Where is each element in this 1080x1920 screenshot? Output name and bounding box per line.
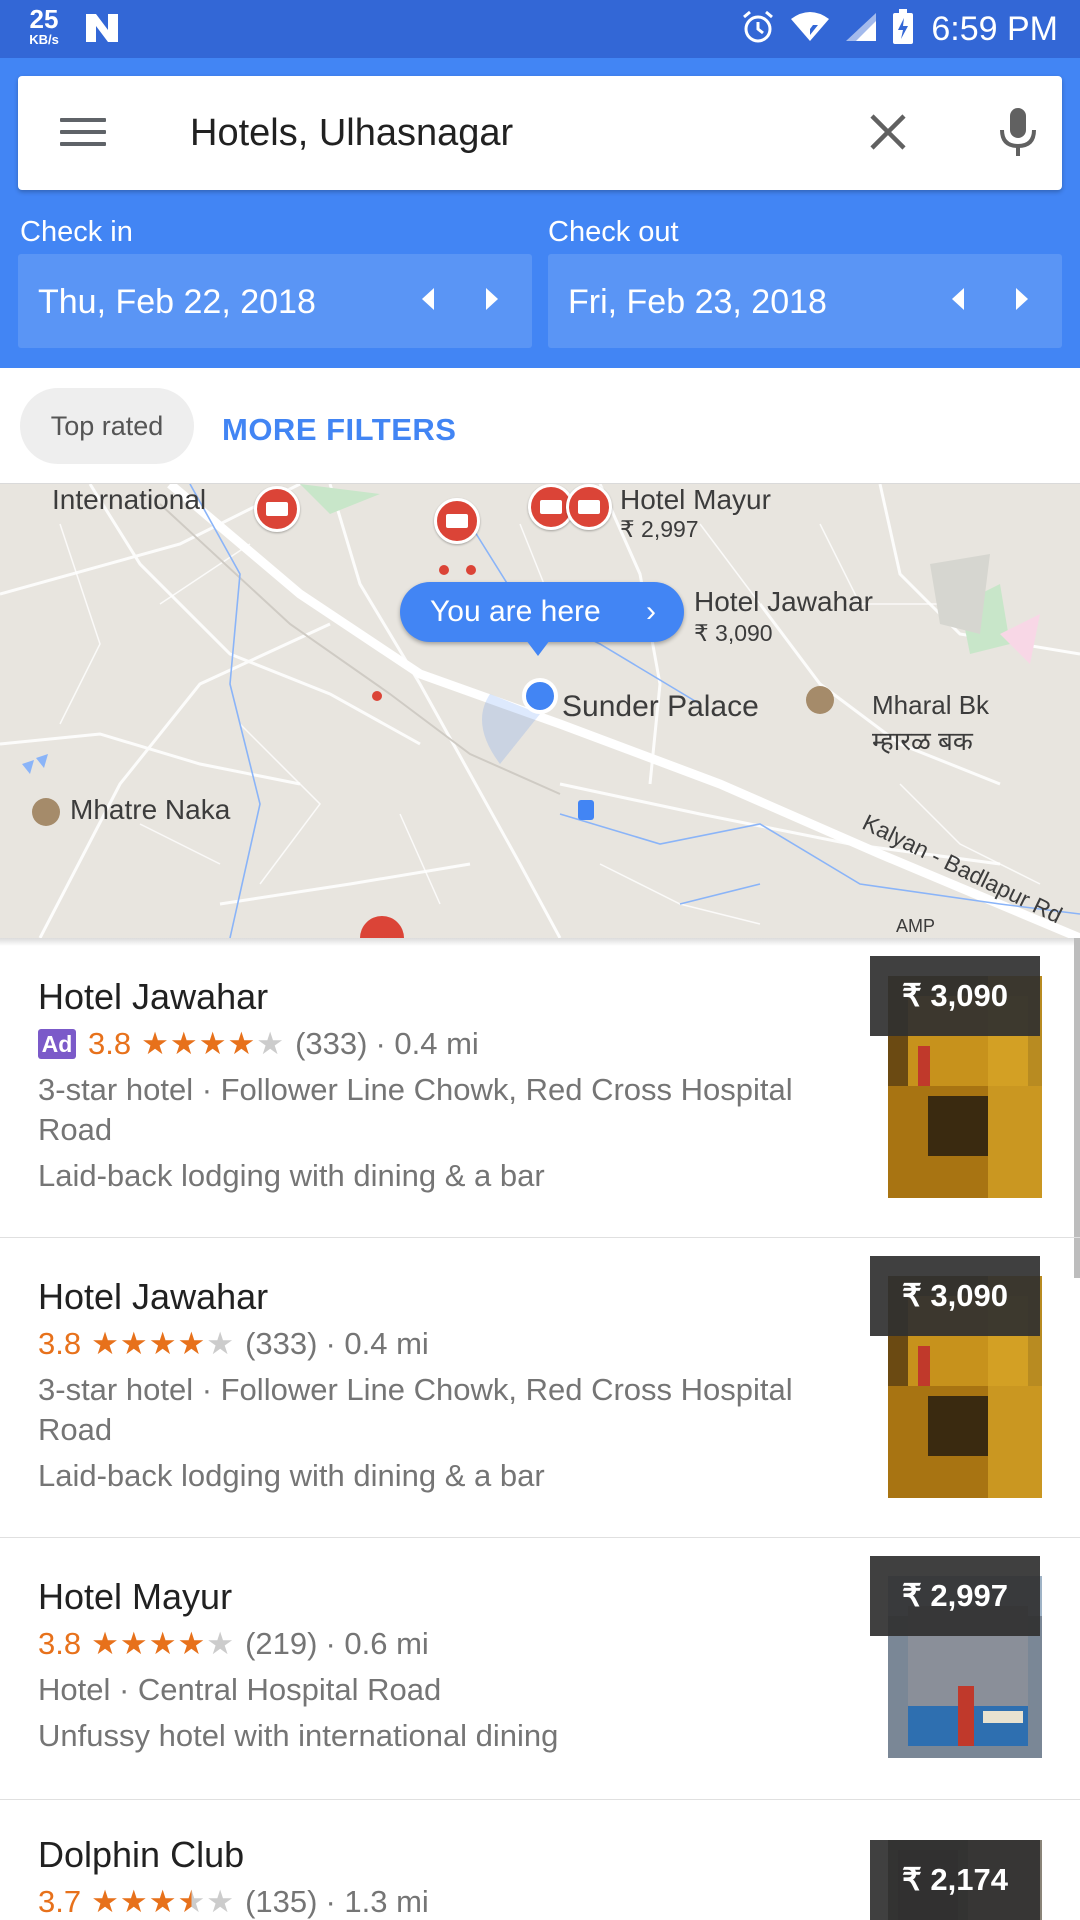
check-in-date: Thu, Feb 22, 2018	[38, 283, 316, 321]
close-icon[interactable]	[866, 110, 910, 154]
check-in-picker[interactable]: Thu, Feb 22, 2018	[18, 254, 532, 348]
hotel-type-address: 3-star hotel · Follower Line Chowk, Red …	[38, 1372, 793, 1447]
you-are-here-bubble[interactable]: You are here ›	[400, 582, 684, 656]
map-label-mhatre-naka: Mhatre Naka	[70, 794, 231, 825]
hotel-description: Laid-back lodging with dining & a bar	[38, 1158, 545, 1193]
hotel-name: Hotel Jawahar	[38, 976, 269, 1017]
map-label-sunder-palace: Sunder Palace	[562, 690, 759, 723]
rating-value: 3.7	[38, 1884, 82, 1919]
hotel-type-address: 3-star hotel · Follower Line Chowk, Red …	[38, 1072, 793, 1147]
distance: · 1.3 mi	[325, 1884, 429, 1919]
ad-badge: Ad	[38, 1029, 76, 1059]
you-are-here-label: You are here	[430, 595, 601, 628]
star-rating-icon: ★★★★★	[91, 1326, 236, 1361]
check-out-date: Fri, Feb 23, 2018	[568, 283, 827, 321]
rating-line: 3.7 ★★★★★ (135) · 1.3 mi	[38, 1882, 429, 1920]
review-count: (333)	[295, 1026, 368, 1061]
price-tag: ₹ 2,997	[870, 1556, 1040, 1636]
results-list[interactable]: Hotel Jawahar Ad 3.8 ★★★★★ (333) · 0.4 m…	[0, 938, 1080, 1920]
hotel-type-address: Hotel · Central Hospital Road	[38, 1672, 442, 1707]
battery-icon	[892, 8, 914, 50]
hotel-marker[interactable]	[254, 486, 300, 532]
check-in-previous-icon[interactable]	[422, 288, 434, 310]
list-item[interactable]: Hotel Mayur 3.8 ★★★★★ (219) · 0.6 mi Hot…	[0, 1538, 1080, 1800]
hotel-name: Hotel Jawahar	[38, 1276, 269, 1317]
review-count: (219)	[245, 1626, 318, 1661]
rating-value: 3.8	[38, 1326, 82, 1361]
header: Hotels, Ulhasnagar Check in Thu, Feb 22,…	[0, 58, 1080, 368]
hotel-description: Laid-back lodging with dining & a bar	[38, 1458, 545, 1493]
network-speed: 25 KB/s	[22, 6, 66, 46]
hotel-description: Unfussy hotel with international dining	[38, 1718, 559, 1753]
check-out-picker[interactable]: Fri, Feb 23, 2018	[548, 254, 1062, 348]
check-in-label: Check in	[20, 216, 133, 248]
network-speed-value: 25	[29, 4, 59, 34]
filter-bar: Top rated MORE FILTERS	[0, 368, 1080, 484]
rating-line: 3.8 ★★★★★ (219) · 0.6 mi	[38, 1624, 429, 1664]
check-out-previous-icon[interactable]	[952, 288, 964, 310]
status-bar: 25 KB/s 6:59 PM	[0, 0, 1080, 58]
signal-icon	[844, 11, 878, 48]
map-label-mharal-bk: Mharal Bk	[872, 690, 990, 720]
more-filters-button[interactable]: MORE FILTERS	[222, 412, 456, 448]
price-tag: ₹ 2,174	[870, 1840, 1040, 1920]
distance: · 0.4 mi	[375, 1026, 479, 1061]
map-price-hotel-jawahar: ₹ 3,090	[694, 620, 773, 646]
search-input[interactable]: Hotels, Ulhasnagar	[190, 112, 513, 154]
distance: · 0.4 mi	[325, 1326, 429, 1361]
star-rating-icon: ★★★★★	[141, 1026, 286, 1061]
map-label-mharal-bk-marathi: म्हारळ बक	[872, 726, 973, 756]
list-item[interactable]: Hotel Jawahar Ad 3.8 ★★★★★ (333) · 0.4 m…	[0, 938, 1080, 1238]
check-out-label: Check out	[548, 216, 679, 248]
network-speed-unit: KB/s	[29, 32, 59, 47]
check-out-next-icon[interactable]	[1016, 288, 1028, 310]
clock: 6:59 PM	[931, 10, 1058, 48]
map[interactable]: International Hotel Mayur ₹ 2,997 Hotel …	[0, 484, 1080, 938]
map-label-international: International	[52, 484, 207, 515]
star-rating-icon: ★★★★★	[91, 1884, 236, 1919]
microphone-icon[interactable]	[996, 106, 1040, 160]
map-label-hotel-jawahar: Hotel Jawahar	[694, 586, 873, 617]
list-item[interactable]: Dolphin Club 3.7 ★★★★★ (135) · 1.3 mi ₹ …	[0, 1800, 1080, 1920]
n-notification-icon	[84, 12, 120, 49]
rating-line: 3.8 ★★★★★ (333) · 0.4 mi	[38, 1324, 429, 1364]
status-icons	[740, 8, 914, 50]
top-rated-chip[interactable]: Top rated	[20, 388, 194, 464]
rating-value: 3.8	[88, 1026, 132, 1061]
hotel-name: Dolphin Club	[38, 1834, 245, 1875]
menu-icon[interactable]	[60, 114, 108, 150]
hotel-search-screen: 25 KB/s 6:59 PM Hotels, Ulhasnagar Check…	[0, 0, 1080, 1920]
map-label-hotel-mayur: Hotel Mayur	[620, 484, 771, 515]
map-label-amp: AMP	[896, 916, 936, 936]
review-count: (333)	[245, 1326, 318, 1361]
map-price-hotel-mayur: ₹ 2,997	[620, 516, 699, 542]
chevron-right-icon: ›	[646, 595, 656, 628]
hotel-marker[interactable]	[566, 484, 612, 530]
review-count: (135)	[245, 1884, 318, 1919]
rating-value: 3.8	[38, 1626, 82, 1661]
rating-line: Ad 3.8 ★★★★★ (333) · 0.4 mi	[38, 1024, 479, 1064]
distance: · 0.6 mi	[325, 1626, 429, 1661]
list-item[interactable]: Hotel Jawahar 3.8 ★★★★★ (333) · 0.4 mi 3…	[0, 1238, 1080, 1538]
search-bar[interactable]: Hotels, Ulhasnagar	[18, 76, 1062, 190]
hotel-name: Hotel Mayur	[38, 1576, 233, 1617]
price-tag: ₹ 3,090	[870, 1256, 1040, 1336]
wifi-icon	[790, 11, 830, 48]
check-in-next-icon[interactable]	[486, 288, 498, 310]
alarm-icon	[740, 9, 776, 50]
hotel-marker[interactable]	[434, 498, 480, 544]
star-rating-icon: ★★★★★	[91, 1626, 236, 1661]
price-tag: ₹ 3,090	[870, 956, 1040, 1036]
